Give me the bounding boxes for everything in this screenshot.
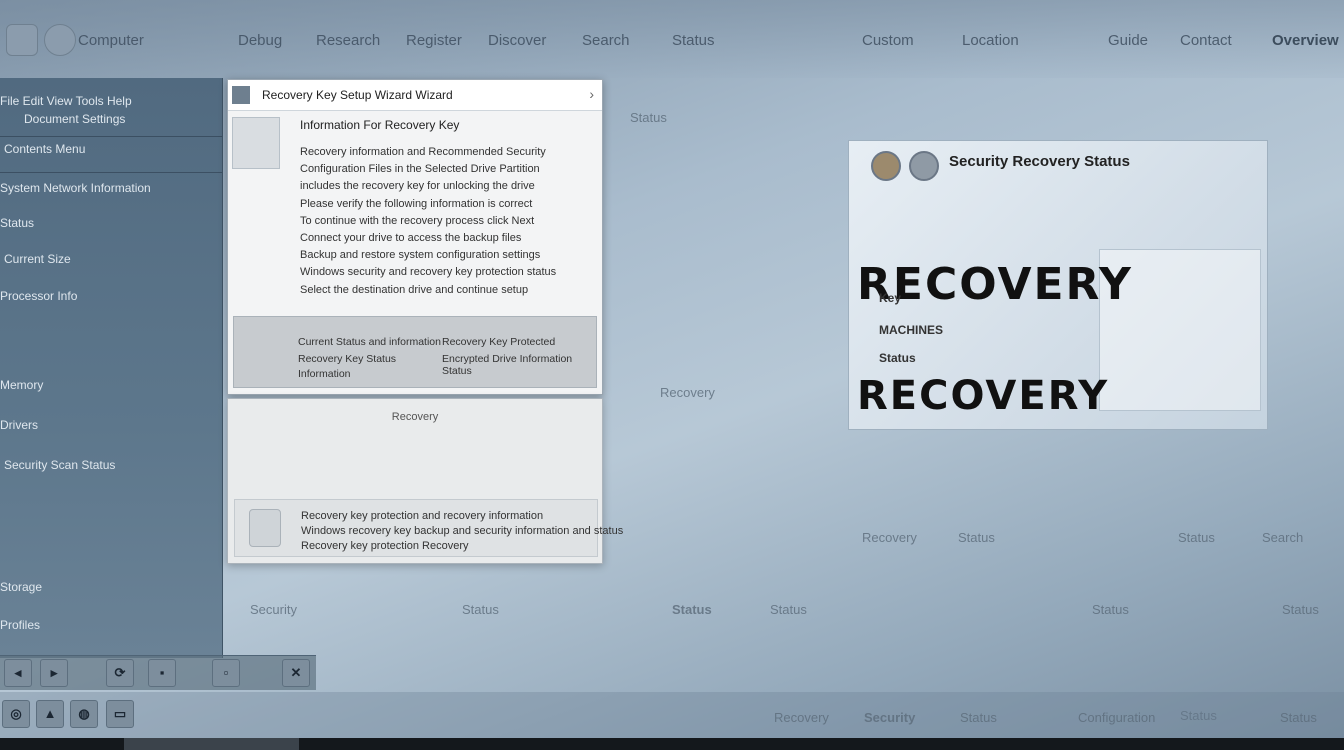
refresh-button[interactable]: ⟳ [106,659,134,687]
footer-right-line2: Encrypted Drive Information Status [442,353,573,377]
dialog-body: Recovery information and Recommended Sec… [300,144,595,299]
body-line: Windows security and recovery key protec… [300,266,557,279]
app-menu-icon[interactable] [6,24,38,56]
sidebar-item-profiles[interactable]: Profiles [0,618,40,632]
workspace-label: Recovery [660,385,715,400]
save-button[interactable]: ▪ [148,659,176,687]
sidebar-item-security-scan[interactable]: Security Scan Status [4,458,115,472]
card-label-machines: MACHINES [879,323,944,337]
taskbar-label[interactable]: Status [1280,710,1317,725]
sidebar-item-contents[interactable]: Contents Menu [4,142,85,156]
card-label-status: Status [879,351,916,365]
dialog-app-icon [232,86,250,104]
body-line: Select the destination drive and continu… [300,283,529,296]
recovery-status-card: Security Recovery Status RECOVERY Key MA… [848,140,1268,430]
top-menu-contact[interactable]: Contact [1180,32,1232,49]
top-menu-status[interactable]: Status [672,32,715,49]
footer-right-line1: Recovery Key Protected [442,336,556,348]
body-line: includes the recovery key for unlocking … [300,180,535,193]
top-menu-location[interactable]: Location [962,32,1019,49]
next-button[interactable]: ▸ [40,659,68,687]
workspace-label: Status [462,602,499,617]
key-icon [249,509,281,547]
body-line: To continue with the recovery process cl… [300,214,535,227]
print-button[interactable]: ▫ [212,659,240,687]
workspace-label: Status [770,602,807,617]
shield-icon[interactable]: ◍ [70,700,98,728]
sidebar-item-storage[interactable]: Storage [0,580,42,594]
workspace-label: Recovery [862,530,917,545]
avatar [871,151,901,181]
close-button[interactable]: ✕ [282,659,310,687]
taskbar-label[interactable]: Recovery [774,710,829,725]
back-button[interactable]: ◂ [4,659,32,687]
workspace-label: Status [958,530,995,545]
top-menu-custom[interactable]: Custom [862,32,914,49]
sidebar-divider [0,172,222,173]
sidebar-item-status[interactable]: Status [0,216,34,230]
top-menu-computer[interactable]: Computer [78,32,144,49]
card-title: Security Recovery Status [949,153,1130,170]
recovery-info-panel: Recovery Recovery key protection and rec… [227,398,623,564]
workspace-label: Status [672,602,712,617]
dialog-header: Recovery Key Setup Wizard Wizard › [228,80,602,111]
workspace-label: Status [1092,602,1129,617]
dialog-subtitle: Information For Recovery Key [300,118,460,132]
body-line: Connect your drive to access the backup … [300,232,522,245]
workspace-label: Status [630,110,667,125]
footer-left-line2: Recovery Key Status [298,353,397,365]
sidebar-divider [0,136,222,137]
bottom-toolbar: ◂ ▸ ⟳ ▪ ▫ ✕ [0,655,316,690]
top-menu-overview[interactable]: Overview [1272,32,1339,49]
sidebar-item-system-info[interactable]: System Network Information [0,181,151,195]
panel-line: Recovery key protection Recovery [301,540,469,552]
bottom-bar [0,738,1344,750]
top-menu-discover[interactable]: Discover [488,32,546,49]
body-line: Backup and restore system configuration … [300,249,541,262]
window-icon[interactable]: ▭ [106,700,134,728]
home-icon[interactable] [44,24,76,56]
close-icon[interactable]: › [589,86,594,102]
document-thumbnail-icon [232,117,280,169]
start-icon[interactable]: ◎ [2,700,30,728]
body-line: Configuration Files in the Selected Driv… [300,163,540,176]
panel-line: Recovery key protection and recovery inf… [301,510,544,522]
top-menu-guide[interactable]: Guide [1108,32,1148,49]
footer-left-line1: Current Status and information [298,336,441,348]
avatar [909,151,939,181]
top-bar: Computer Debug Research Register Discove… [0,0,1344,78]
workspace-label: Security [250,602,297,617]
card-footer-headline: RECOVERY [857,373,1110,419]
panel-title: Recovery [391,411,439,423]
top-menu-search[interactable]: Search [582,32,630,49]
sidebar-item-drivers[interactable]: Drivers [0,418,38,432]
taskbar: ◎ ▲ ◍ ▭ Recovery Security Status Configu… [0,692,1344,738]
dialog-footer-panel: Current Status and information Recovery … [233,316,597,388]
body-line: Please verify the following information … [300,197,533,210]
sidebar-item-memory[interactable]: Memory [0,378,43,392]
workspace-label: Status [1282,602,1319,617]
eject-icon[interactable]: ▲ [36,700,64,728]
top-menu-research[interactable]: Research [316,32,380,49]
workspace-label: Status [1178,530,1215,545]
sidebar-item-current-size[interactable]: Current Size [4,252,71,266]
top-menu-debug[interactable]: Debug [238,32,282,49]
sidebar-header-line2: Document Settings [24,112,126,126]
body-line: Recovery information and Recommended Sec… [300,146,546,158]
sidebar-header-line1: File Edit View Tools Help [0,94,132,108]
taskbar-label[interactable]: Configuration [1078,710,1155,725]
taskbar-label[interactable]: Security [864,710,915,725]
workspace-label: Search [1262,530,1304,545]
panel-info-box: Recovery key protection and recovery inf… [234,499,623,557]
taskbar-label[interactable]: Status [960,710,997,725]
card-label-key: Key [879,291,902,305]
recovery-dialog: Recovery Key Setup Wizard Wizard › Infor… [227,79,603,395]
active-task-tab[interactable] [124,738,299,750]
sidebar: File Edit View Tools Help Document Setti… [0,78,223,658]
footer-left-line3: Information [298,368,351,380]
top-menu-register[interactable]: Register [406,32,462,49]
dialog-title: Recovery Key Setup Wizard Wizard [262,88,453,102]
sidebar-item-processor[interactable]: Processor Info [0,289,77,303]
panel-line: Windows recovery key backup and security… [301,525,624,537]
